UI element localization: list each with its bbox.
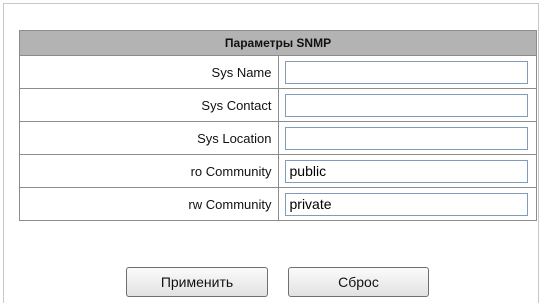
ro-community-label: ro Community: [19, 154, 279, 188]
apply-button[interactable]: Применить: [126, 267, 268, 297]
table-row-ro-community: ro Community: [19, 154, 537, 188]
sys-contact-input[interactable]: [284, 93, 528, 117]
sys-name-label: Sys Name: [19, 55, 279, 89]
ro-community-input[interactable]: [284, 159, 528, 183]
rw-community-label: rw Community: [19, 187, 279, 221]
panel-title: Параметры SNMP: [19, 30, 537, 56]
sys-location-input[interactable]: [284, 126, 528, 150]
table-row-sys-name: Sys Name: [19, 55, 537, 89]
reset-button[interactable]: Сброс: [288, 267, 429, 297]
table-header-row: Параметры SNMP: [19, 30, 537, 56]
snmp-params-table: Параметры SNMP Sys Name Sys Contact Sys …: [19, 30, 537, 221]
rw-community-input[interactable]: [284, 192, 528, 216]
table-row-sys-contact: Sys Contact: [19, 88, 537, 122]
sys-contact-label: Sys Contact: [19, 88, 279, 122]
sys-name-input[interactable]: [284, 60, 528, 84]
sys-location-label: Sys Location: [19, 121, 279, 155]
table-row-rw-community: rw Community: [19, 187, 537, 221]
table-row-sys-location: Sys Location: [19, 121, 537, 155]
